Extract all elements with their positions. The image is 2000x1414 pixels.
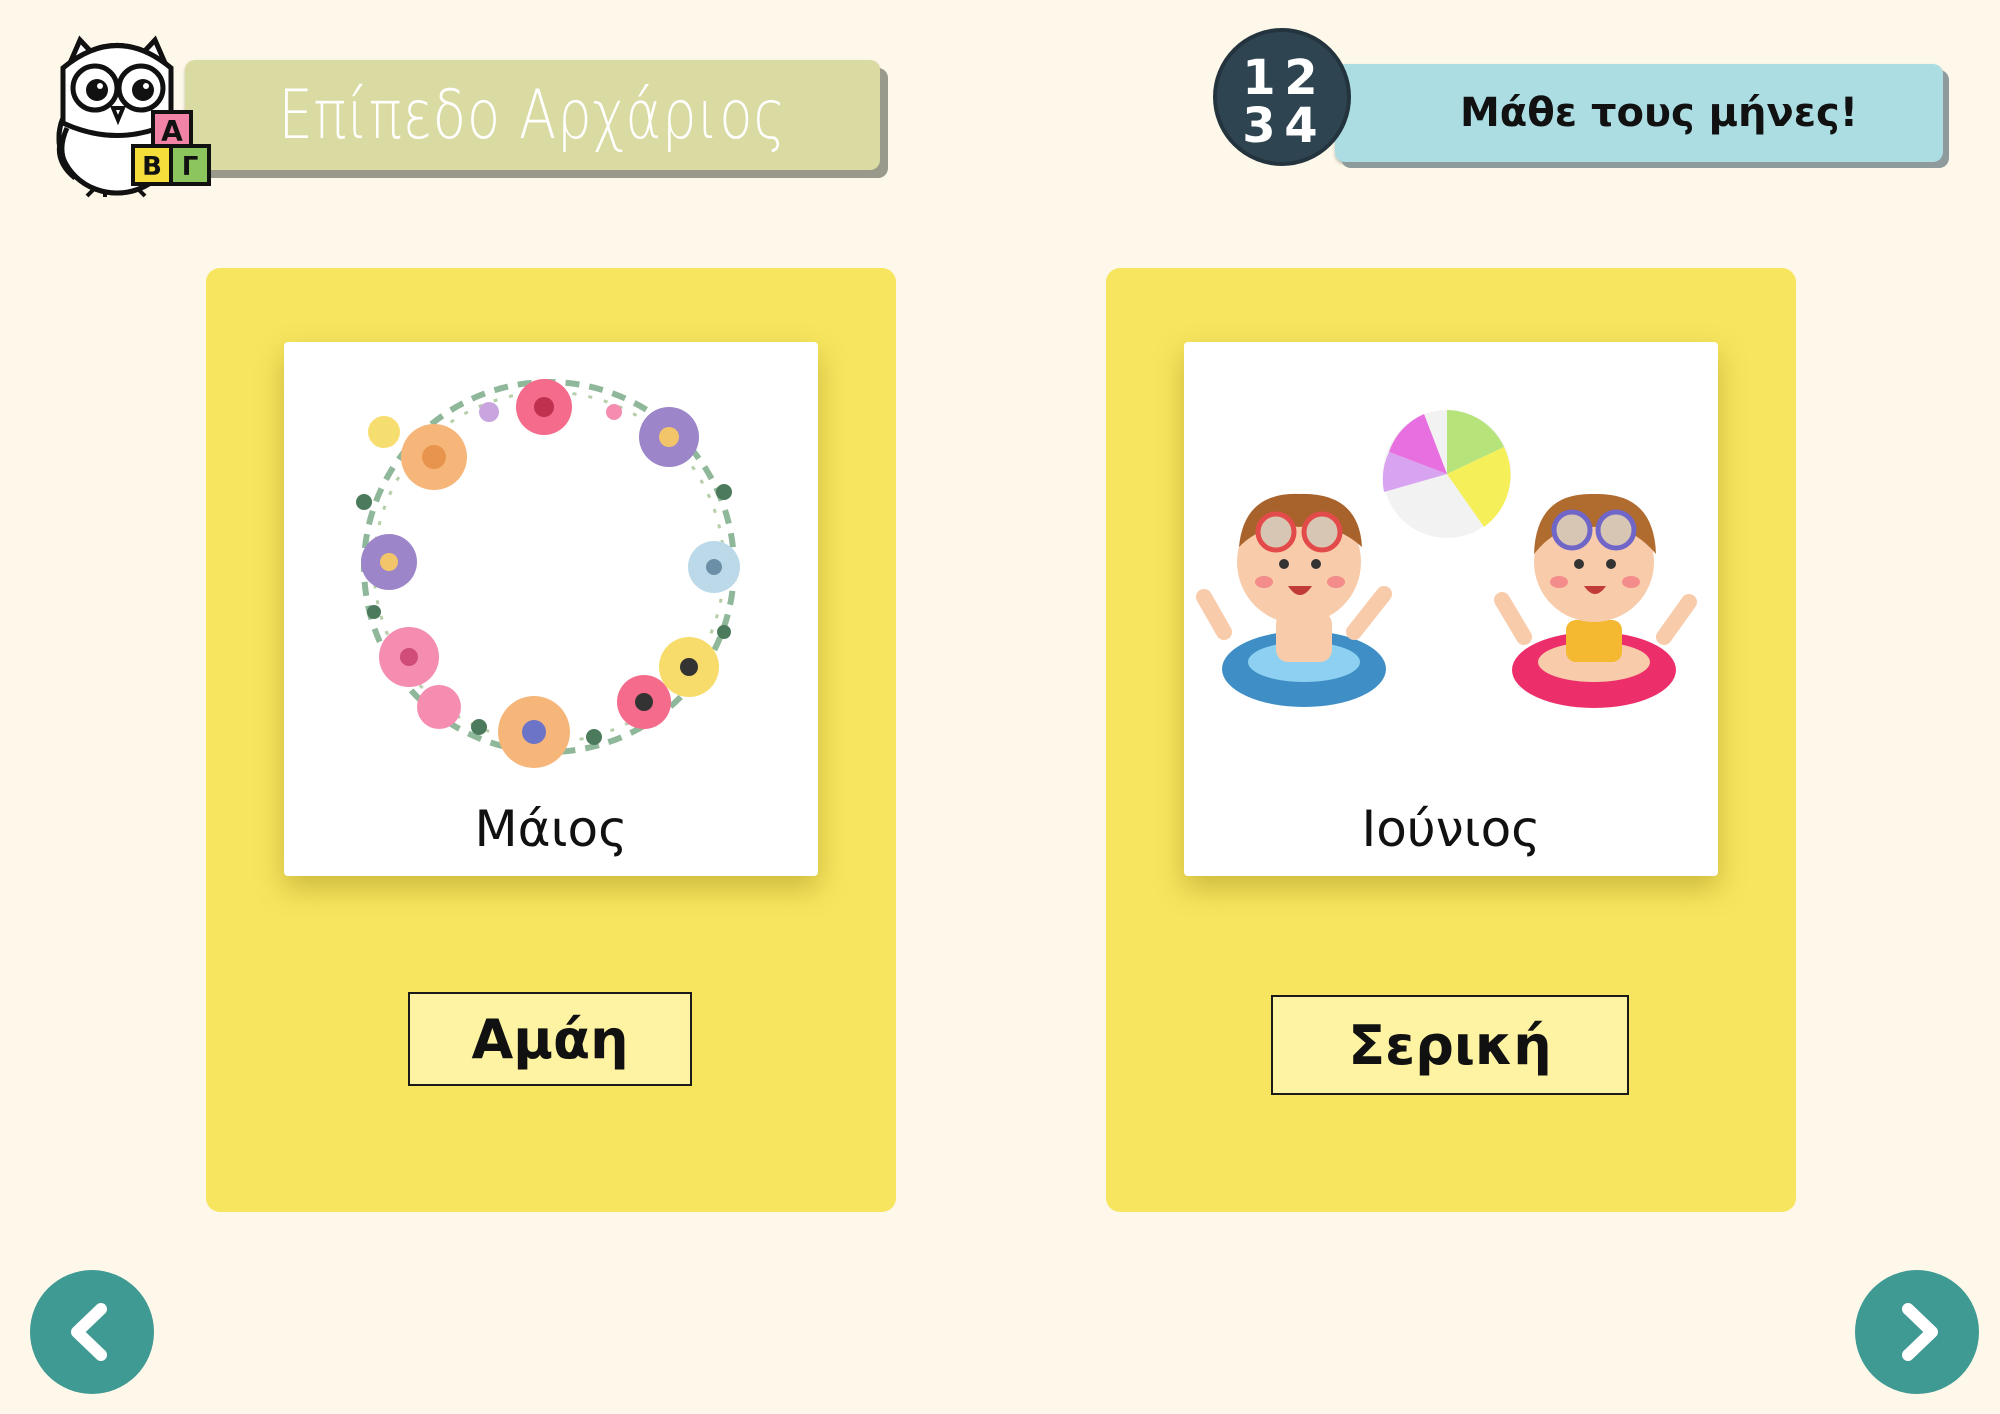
prev-button[interactable]	[30, 1270, 154, 1394]
month-picture: Μάιος	[284, 342, 818, 876]
chevron-right-icon	[1902, 1303, 1938, 1361]
svg-text:4: 4	[1284, 98, 1317, 154]
activity-title-banner: Μάθε τους μήνες!	[1335, 64, 1943, 162]
level-banner: Επίπεδο Αρχάριος	[185, 60, 880, 170]
answer-button-may[interactable]: Αμάη	[408, 992, 692, 1086]
month-label: Ιούνιος	[1361, 800, 1541, 858]
level-title: Επίπεδο Αρχάριος	[278, 75, 787, 155]
svg-text:Β: Β	[142, 152, 162, 182]
month-picture: Ιούνιος	[1184, 342, 1718, 876]
chevron-left-icon	[71, 1303, 107, 1361]
month-label: Μάιος	[474, 800, 628, 858]
svg-text:Γ: Γ	[182, 152, 199, 182]
activity-title: Μάθε τους μήνες!	[1460, 90, 1858, 136]
owl-overlay: Α Β Γ	[45, 28, 220, 198]
answer-button-june[interactable]: Σερική	[1271, 995, 1629, 1095]
svg-text:Α: Α	[161, 115, 183, 148]
next-button[interactable]	[1855, 1270, 1979, 1394]
month-card-may: Μάιος Αμάη	[206, 268, 896, 1212]
flower-wreath-icon	[356, 379, 740, 768]
numbers-badge-icon: 1 2 3 4	[1213, 28, 1351, 166]
svg-text:3: 3	[1242, 98, 1275, 154]
kids-swimming-icon	[1196, 410, 1697, 708]
month-card-june: Ιούνιος Σερική	[1106, 268, 1796, 1212]
